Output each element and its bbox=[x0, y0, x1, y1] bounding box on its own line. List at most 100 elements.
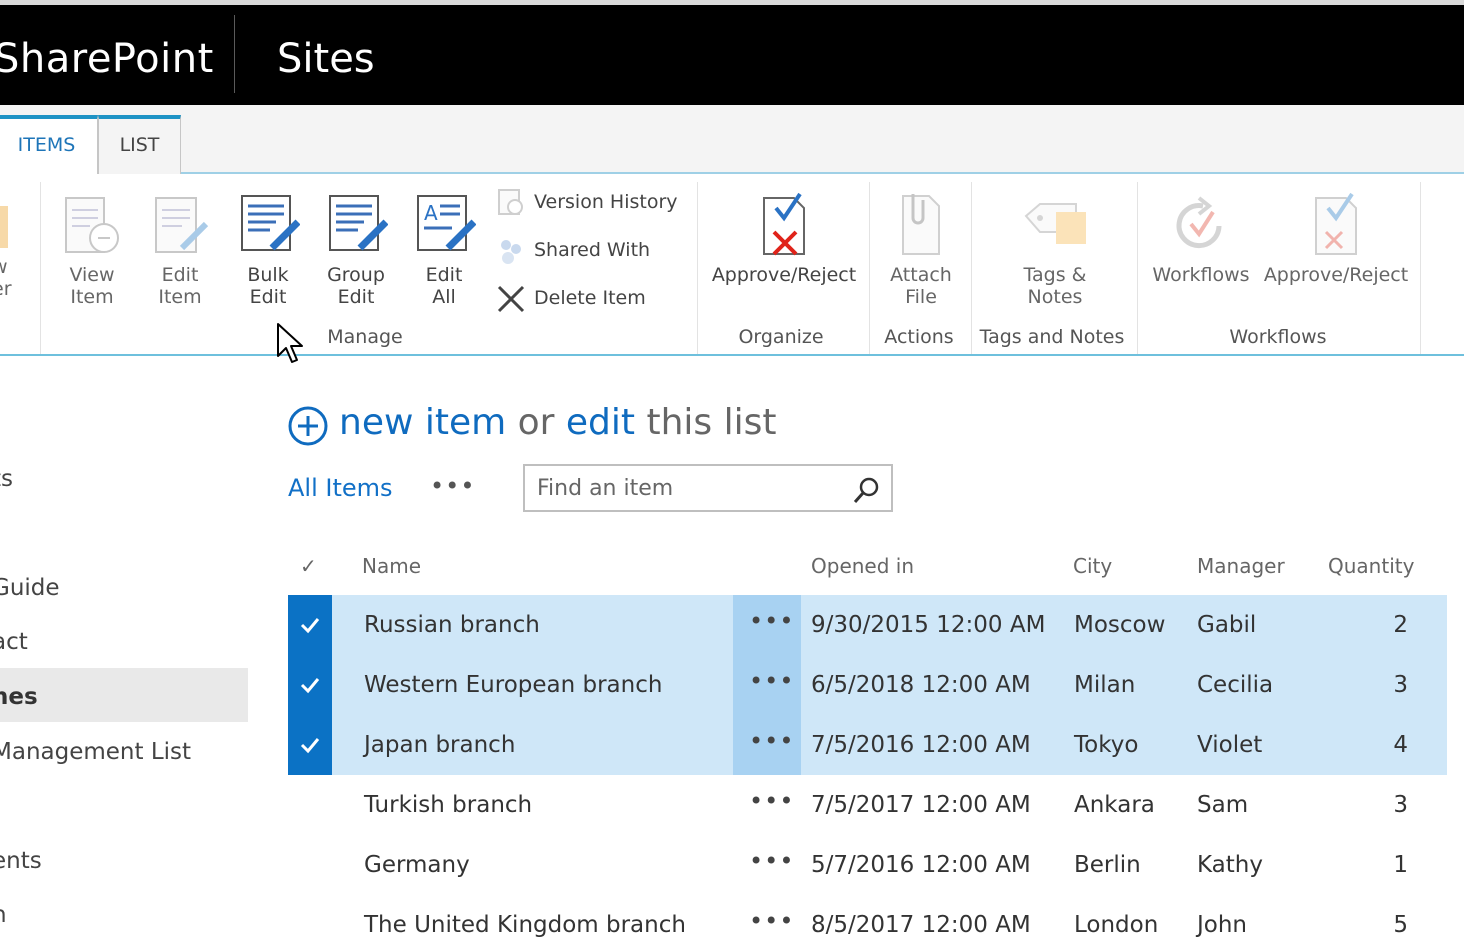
leftnav-item-6[interactable]: ents bbox=[0, 834, 42, 888]
tags-notes-button[interactable]: Tags & Notes bbox=[1010, 192, 1100, 308]
ribbon-separator bbox=[971, 182, 972, 354]
cell-city: Berlin bbox=[1074, 852, 1141, 878]
new-item-link[interactable]: new item bbox=[339, 402, 506, 443]
cell-name[interactable]: Germany bbox=[364, 835, 470, 895]
cell-quantity: 3 bbox=[1393, 792, 1408, 818]
cell-name[interactable]: Turkish branch bbox=[364, 775, 532, 835]
ribbon-separator bbox=[1420, 182, 1421, 354]
version-history-icon bbox=[498, 189, 523, 215]
ribbon-separator bbox=[1137, 182, 1138, 354]
tab-items[interactable]: ITEMS bbox=[0, 115, 98, 175]
edit-item-label-2: Item bbox=[158, 286, 202, 308]
bulk-edit-icon bbox=[241, 195, 300, 251]
edit-item-button[interactable]: Edit Item bbox=[146, 196, 214, 308]
select-all-check[interactable]: ✓ bbox=[300, 554, 317, 578]
row-menu-button[interactable]: ••• bbox=[749, 591, 793, 651]
leftnav-item-3[interactable]: act bbox=[0, 615, 28, 669]
cell-opened: 8/5/2017 12:00 AM bbox=[811, 912, 1031, 938]
tags-group-label: Tags and Notes bbox=[979, 326, 1125, 348]
tab-list[interactable]: LIST bbox=[98, 115, 181, 175]
leftnav-item-selected[interactable]: nes bbox=[0, 670, 38, 724]
leftnav-item-1[interactable]: ts bbox=[0, 452, 13, 506]
add-circle-icon[interactable] bbox=[288, 406, 328, 446]
edit-list-link[interactable]: edit bbox=[566, 402, 635, 443]
group-edit-button[interactable]: Group Edit bbox=[322, 194, 390, 308]
tags-notes-label-2: Notes bbox=[1027, 286, 1083, 308]
attach-file-button[interactable]: Attach File bbox=[882, 192, 960, 308]
version-history-button[interactable]: Version History bbox=[496, 187, 686, 217]
column-header-city[interactable]: City bbox=[1073, 554, 1112, 578]
workflows-icon bbox=[1176, 196, 1222, 249]
cell-city: London bbox=[1074, 912, 1159, 938]
cell-city: Milan bbox=[1074, 672, 1136, 698]
sites-link[interactable]: Sites bbox=[277, 35, 375, 83]
workflows-button[interactable]: Workflows bbox=[1150, 192, 1252, 286]
ribbon-tab-row: ITEMS LIST bbox=[0, 105, 1464, 175]
actions-group-label: Actions bbox=[884, 326, 954, 348]
edit-all-button[interactable]: A Edit All bbox=[410, 194, 478, 308]
view-item-button[interactable]: View Item bbox=[58, 196, 126, 308]
workflows-label: Workflows bbox=[1152, 264, 1250, 286]
workflow-approve-reject-button[interactable]: Approve/Reject bbox=[1260, 192, 1412, 286]
bulk-edit-button[interactable]: Bulk Edit bbox=[234, 194, 302, 308]
cell-opened: 7/5/2016 12:00 AM bbox=[811, 732, 1031, 758]
partial-folder-icon bbox=[0, 206, 8, 248]
column-header-quantity[interactable]: Quantity bbox=[1328, 554, 1414, 578]
cell-name[interactable]: Russian branch bbox=[364, 595, 540, 655]
shared-with-button[interactable]: Shared With bbox=[496, 235, 686, 265]
brand-title[interactable]: SharePoint bbox=[0, 35, 214, 83]
leftnav-item-5[interactable]: Management List bbox=[0, 725, 191, 779]
suite-bar: SharePoint Sites bbox=[0, 5, 1464, 105]
delete-item-button[interactable]: Delete Item bbox=[496, 283, 686, 313]
or-text: or bbox=[506, 402, 566, 443]
search-box bbox=[523, 464, 893, 512]
mouse-cursor-icon bbox=[277, 323, 303, 363]
column-header-name[interactable]: Name bbox=[362, 554, 421, 578]
row-menu-button[interactable]: ••• bbox=[749, 891, 793, 950]
view-item-label-1: View bbox=[69, 264, 115, 286]
edit-item-icon bbox=[155, 197, 209, 253]
bulk-edit-label-1: Bulk bbox=[247, 264, 289, 286]
row-menu-button[interactable]: ••• bbox=[749, 771, 793, 831]
search-icon[interactable] bbox=[853, 476, 881, 504]
row-check-icon[interactable] bbox=[299, 595, 321, 655]
column-header-opened[interactable]: Opened in bbox=[811, 554, 914, 578]
ribbon: w er View Item Ed bbox=[0, 174, 1464, 356]
approve-reject-button[interactable]: Approve/Reject bbox=[708, 192, 860, 286]
column-header-manager[interactable]: Manager bbox=[1197, 554, 1285, 578]
delete-icon bbox=[497, 285, 525, 313]
view-more-button[interactable]: ••• bbox=[430, 472, 475, 500]
cell-name[interactable]: Japan branch bbox=[364, 715, 515, 775]
edit-all-label-1: Edit bbox=[425, 264, 463, 286]
cell-name[interactable]: The United Kingdom branch bbox=[364, 895, 686, 950]
ribbon-separator bbox=[869, 182, 870, 354]
sharepoint-page: SharePoint Sites ITEMS LIST w er Vi bbox=[0, 0, 1464, 950]
shared-with-label: Shared With bbox=[534, 239, 651, 261]
row-menu-button[interactable]: ••• bbox=[749, 651, 793, 711]
row-check-icon[interactable] bbox=[299, 715, 321, 775]
cell-name[interactable]: Western European branch bbox=[364, 655, 662, 715]
row-menu-button[interactable]: ••• bbox=[749, 711, 793, 771]
edit-item-label-1: Edit bbox=[161, 264, 199, 286]
leftnav-item-7[interactable]: n bbox=[0, 888, 7, 942]
approve-reject-label: Approve/Reject bbox=[711, 264, 857, 286]
cell-manager: Sam bbox=[1197, 792, 1249, 818]
ribbon-separator bbox=[40, 182, 41, 354]
cell-quantity: 4 bbox=[1393, 732, 1408, 758]
workflows-group-label: Workflows bbox=[1229, 326, 1327, 348]
view-all-items[interactable]: All Items bbox=[288, 474, 393, 502]
attach-file-label-1: Attach bbox=[890, 264, 952, 286]
row-check-icon[interactable] bbox=[299, 655, 321, 715]
cell-city: Ankara bbox=[1074, 792, 1155, 818]
search-input[interactable] bbox=[537, 473, 847, 503]
view-item-icon bbox=[65, 197, 119, 253]
row-menu-button[interactable]: ••• bbox=[749, 831, 793, 891]
shared-with-icon bbox=[501, 240, 521, 264]
leftnav-item-2[interactable]: Guide bbox=[0, 561, 60, 615]
cell-manager: Gabil bbox=[1197, 612, 1257, 638]
group-edit-label-2: Edit bbox=[337, 286, 375, 308]
suite-divider bbox=[234, 15, 235, 93]
group-edit-label-1: Group bbox=[327, 264, 385, 286]
cell-manager: Violet bbox=[1197, 732, 1263, 758]
partial-ribbon-button[interactable]: w er bbox=[0, 196, 16, 300]
